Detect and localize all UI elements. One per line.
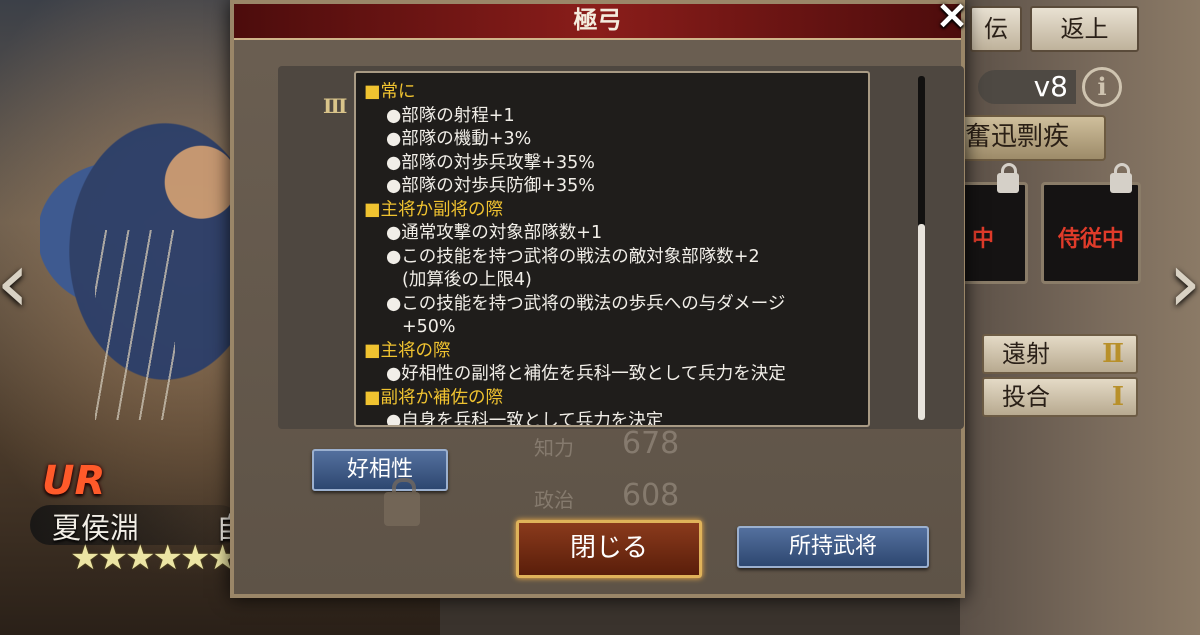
lock-icon	[997, 163, 1019, 193]
skill-detail-modal: 極弓 × Ⅲ 常に部隊の射程+1部隊の機動+3%部隊の対歩兵攻撃+35%部隊の対…	[230, 0, 969, 598]
close-button[interactable]: 閉じる	[516, 520, 702, 578]
condition-heading: 主将の際	[364, 340, 864, 364]
condition-heading: 常に	[364, 81, 864, 105]
slot-status: 侍従中	[1057, 227, 1124, 252]
background-stats: 知力 678 政治 608	[534, 424, 704, 534]
effect-line: 部隊の射程+1	[364, 105, 864, 129]
skill-level-mark: Ⅱ	[1102, 339, 1124, 369]
scrollbar[interactable]	[918, 76, 925, 420]
close-icon[interactable]: ×	[931, 0, 973, 36]
condition-heading: 主将か副将の際	[364, 199, 864, 223]
stat-value: 608	[622, 478, 680, 513]
skill-tier-mark: Ⅲ	[323, 94, 348, 118]
skill-label: 投合	[1002, 383, 1050, 411]
effect-line: 好相性の副将と補佐を兵科一致として兵力を決定	[364, 363, 864, 387]
prev-general-arrow-icon[interactable]: ‹	[0, 240, 30, 324]
skill-tougou[interactable]: 投合 Ⅰ	[982, 377, 1138, 417]
effect-line: 部隊の対歩兵防御+35%	[364, 175, 864, 199]
star-icon: ★	[70, 538, 101, 578]
lock-icon	[384, 478, 420, 526]
lock-icon	[1110, 163, 1132, 193]
effect-line: この技能を持つ武将の戦法の敵対象部隊数+2	[364, 246, 864, 270]
skill-level: v8	[978, 70, 1076, 104]
star-icon: ★	[179, 538, 211, 578]
effect-line: 通常攻撃の対象部隊数+1	[364, 222, 864, 246]
modal-title: 極弓	[573, 6, 622, 34]
next-general-arrow-icon[interactable]: ›	[1168, 240, 1200, 324]
skill-label: 遠射	[1002, 340, 1050, 368]
star-icon: ★	[97, 538, 128, 578]
rarity-badge: UR	[42, 458, 106, 504]
tab-henjou[interactable]: 返上	[1030, 6, 1139, 52]
owned-generals-button[interactable]: 所持武将	[737, 526, 929, 568]
tab-den[interactable]: 伝	[970, 6, 1022, 52]
info-icon[interactable]: i	[1082, 67, 1122, 107]
stat-label: 政治	[534, 488, 574, 512]
stat-value: 678	[622, 426, 680, 461]
skill-enshya[interactable]: 遠射 Ⅱ	[982, 334, 1138, 374]
attendant-slot-2[interactable]: 侍従中	[1041, 163, 1141, 284]
star-icon: ★	[152, 538, 183, 578]
condition-heading: 副将か補佐の際	[364, 387, 864, 411]
effect-line: 部隊の機動+3%	[364, 128, 864, 152]
affinity-button[interactable]: 好相性	[312, 449, 448, 491]
effect-line: (加算後の上限4)	[402, 270, 532, 290]
effect-line: この技能を持つ武将の戦法の歩兵への与ダメージ	[364, 293, 864, 317]
effect-line: 部隊の対歩兵攻撃+35%	[364, 152, 864, 176]
arrows-illustration	[95, 230, 175, 420]
scrollbar-thumb[interactable]	[918, 224, 925, 420]
skill-description-box[interactable]: 常に部隊の射程+1部隊の機動+3%部隊の対歩兵攻撃+35%部隊の対歩兵防御+35…	[354, 71, 870, 427]
effect-line: +50%	[402, 317, 456, 337]
skill-level-mark: Ⅰ	[1111, 382, 1124, 412]
star-icon: ★	[124, 538, 156, 578]
stat-label: 知力	[534, 436, 574, 460]
skill-description: 常に部隊の射程+1部隊の機動+3%部隊の対歩兵攻撃+35%部隊の対歩兵防御+35…	[364, 81, 864, 425]
